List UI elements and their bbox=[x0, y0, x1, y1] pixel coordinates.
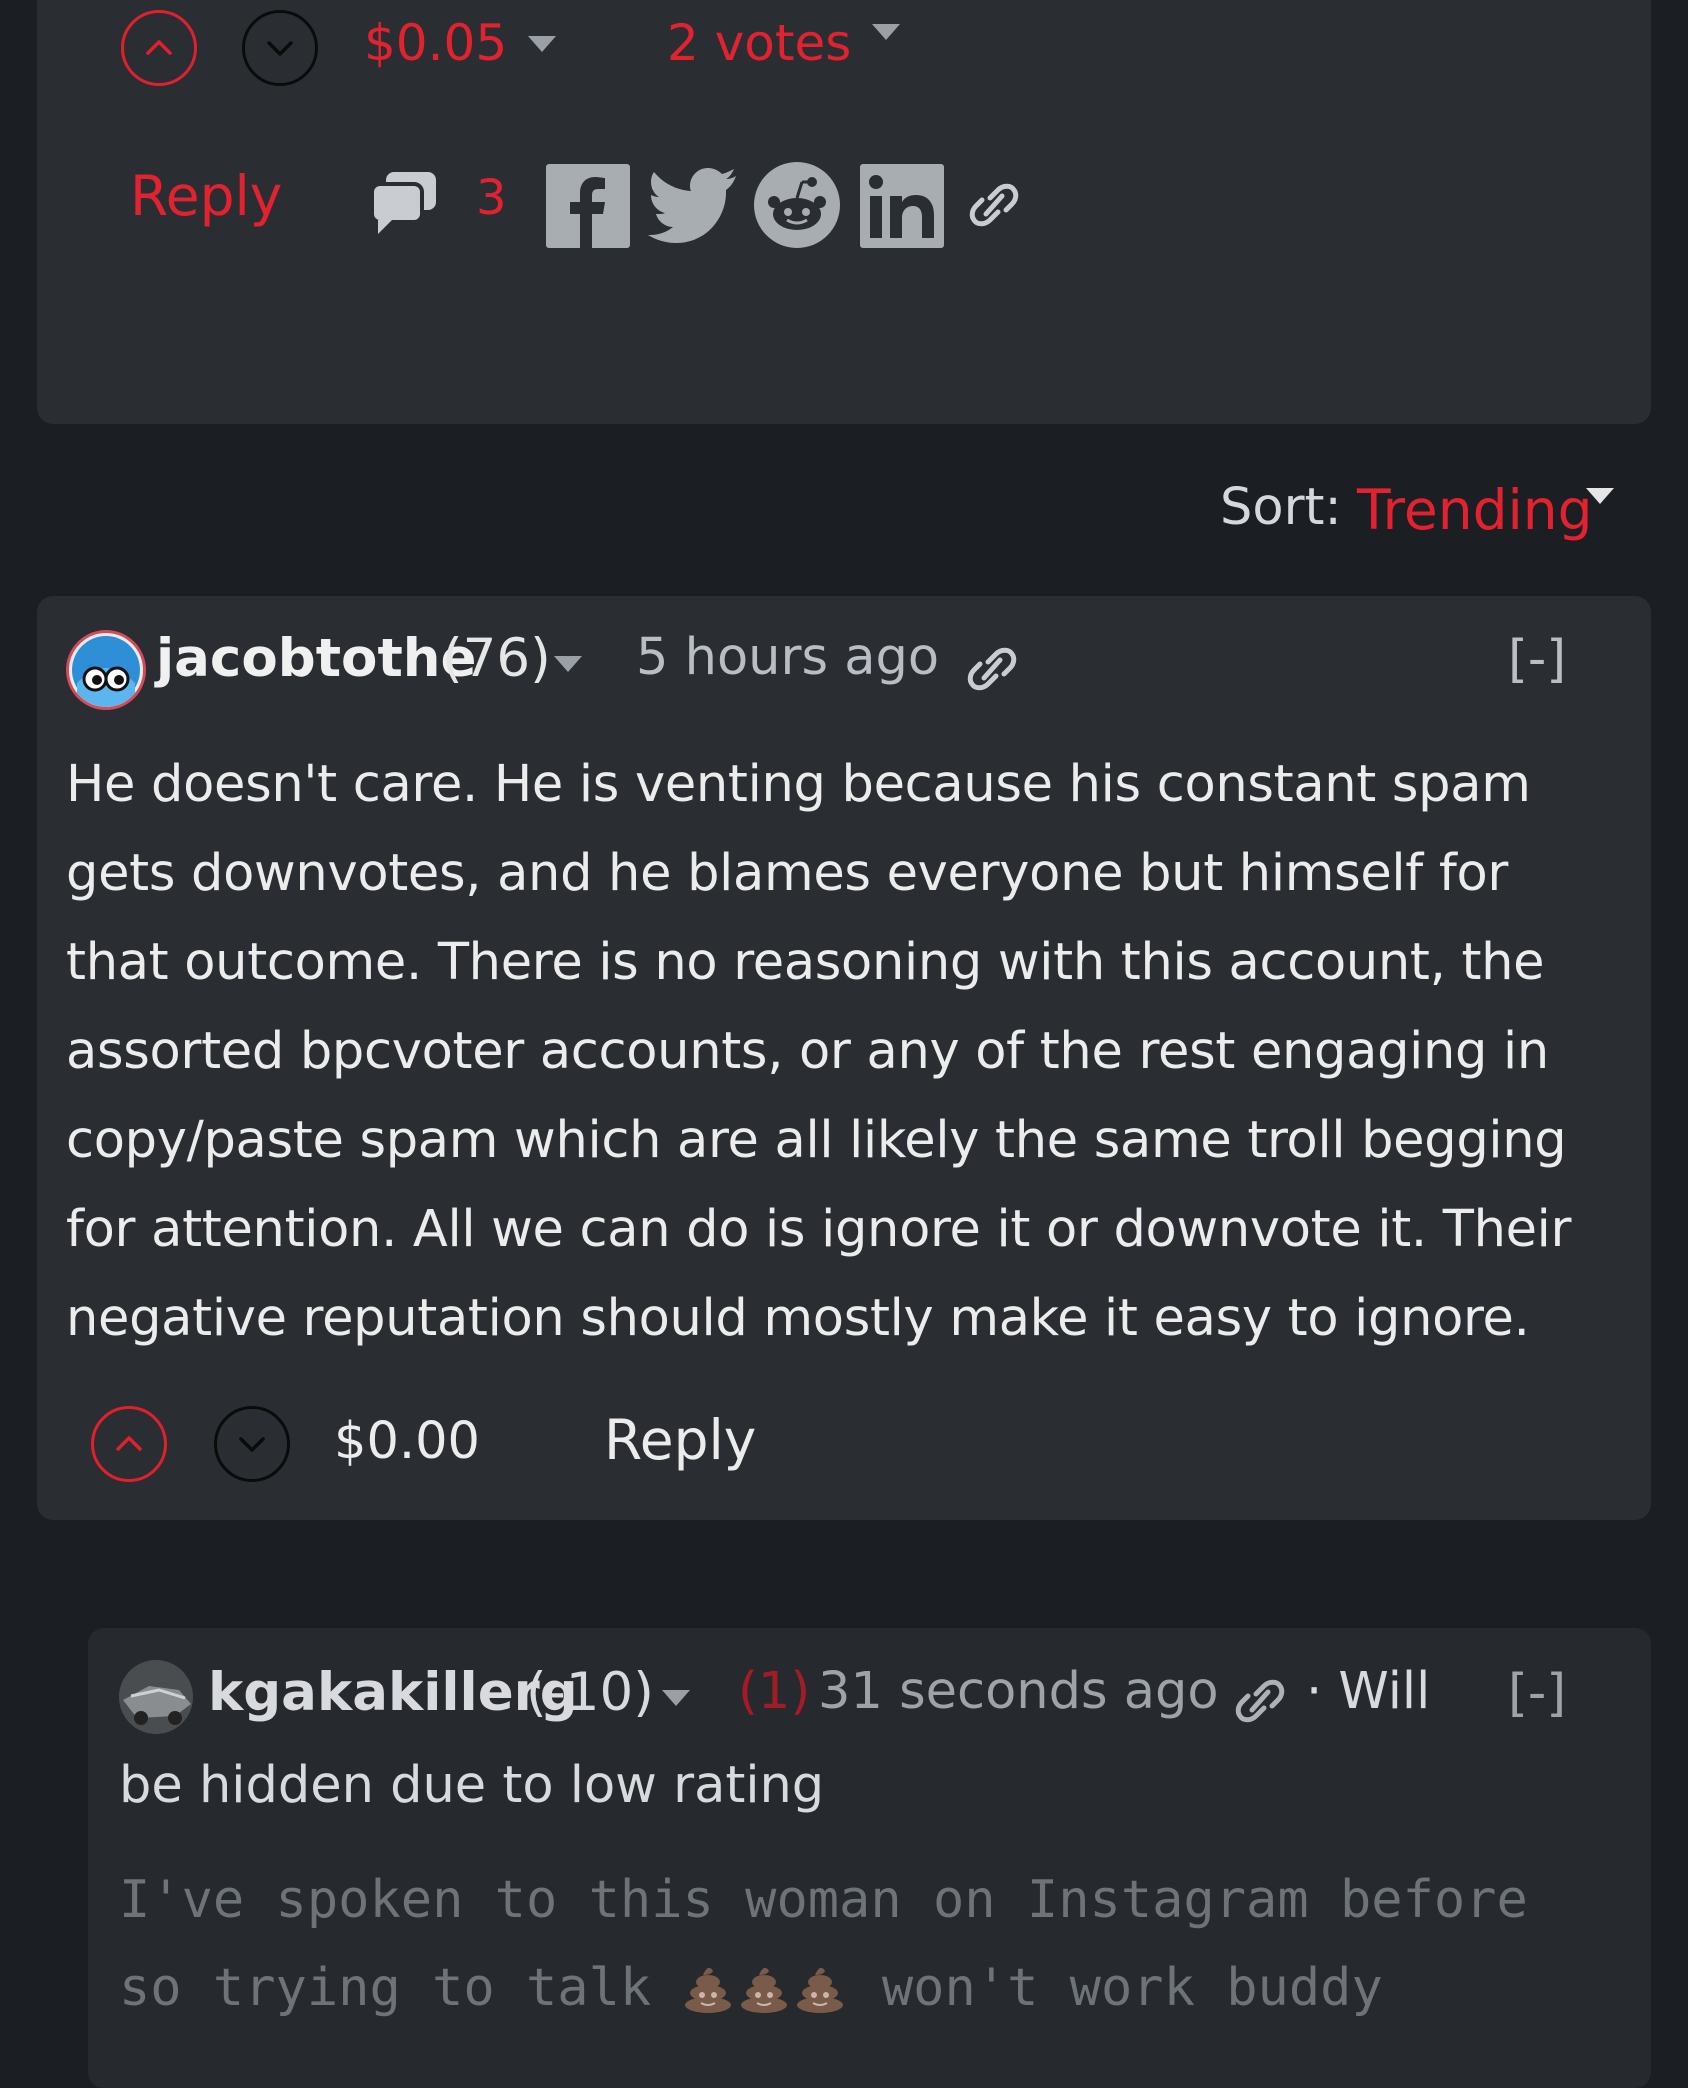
chevron-up-icon bbox=[116, 1436, 142, 1451]
reply-body-text: won't work buddy bbox=[881, 1958, 1383, 2018]
votes-dropdown-icon[interactable] bbox=[872, 24, 900, 40]
reddit-share-icon[interactable] bbox=[754, 162, 840, 248]
upvote-button[interactable] bbox=[91, 1406, 167, 1482]
poop-emoji-icon bbox=[795, 1952, 845, 2013]
payout-dropdown-icon[interactable] bbox=[528, 36, 556, 52]
chevron-down-icon bbox=[267, 41, 293, 56]
reply-time[interactable]: 31 seconds ago bbox=[818, 1662, 1219, 1721]
comment-time[interactable]: 5 hours ago bbox=[636, 628, 939, 687]
collapse-button[interactable]: [-] bbox=[1508, 1664, 1566, 1723]
facebook-share-icon[interactable] bbox=[546, 164, 630, 248]
reply-author-reputation: (-10) bbox=[526, 1662, 654, 1723]
comment-author[interactable]: jacobtothe bbox=[156, 628, 476, 689]
downvote-button[interactable] bbox=[242, 10, 318, 86]
collapse-button[interactable]: [-] bbox=[1508, 630, 1566, 689]
flag-count: (1) bbox=[738, 1662, 811, 1721]
comment-count[interactable]: 3 bbox=[476, 170, 507, 226]
post-reply-button[interactable]: Reply bbox=[130, 164, 282, 228]
reply-body-text: so trying to talk bbox=[119, 1958, 652, 2018]
chevron-up-icon bbox=[146, 40, 172, 55]
sort-dropdown-icon[interactable] bbox=[1586, 488, 1614, 504]
comment-reply-button[interactable]: Reply bbox=[604, 1408, 756, 1472]
sort-select[interactable]: Trending bbox=[1357, 478, 1593, 542]
poop-emoji-icon bbox=[739, 1952, 789, 2013]
linkedin-share-icon[interactable] bbox=[860, 164, 944, 248]
reply-author[interactable]: kgakakillerg bbox=[208, 1662, 578, 1723]
avatar[interactable] bbox=[119, 1660, 193, 1734]
author-reputation: (76) bbox=[442, 628, 551, 689]
reply-body: I've spoken to this woman on Instagram b… bbox=[119, 1856, 1649, 2032]
avatar[interactable] bbox=[66, 630, 146, 710]
comment-payout[interactable]: $0.00 bbox=[334, 1412, 480, 1471]
post-votes[interactable]: 2 votes bbox=[667, 14, 851, 72]
post-payout[interactable]: $0.05 bbox=[364, 14, 507, 72]
permalink-icon[interactable] bbox=[966, 640, 1018, 698]
sort-label: Sort: bbox=[1220, 478, 1342, 537]
permalink-icon[interactable] bbox=[968, 176, 1020, 234]
permalink-icon[interactable] bbox=[1234, 1672, 1286, 1730]
hidden-notice-continued: be hidden due to low rating bbox=[119, 1756, 825, 1815]
downvote-button[interactable] bbox=[214, 1406, 290, 1482]
twitter-share-icon[interactable] bbox=[648, 166, 738, 244]
reply-body-line: so trying to talk won't work buddy bbox=[119, 1944, 1649, 2032]
poop-emoji-icon bbox=[683, 1952, 733, 2013]
chevron-down-icon bbox=[239, 1437, 265, 1452]
upvote-button[interactable] bbox=[121, 10, 197, 86]
reply-body-line: I've spoken to this woman on Instagram b… bbox=[119, 1870, 1528, 1930]
hidden-notice: · Will bbox=[1306, 1662, 1431, 1721]
comments-icon[interactable] bbox=[368, 170, 440, 236]
author-dropdown-icon[interactable] bbox=[662, 1690, 690, 1706]
author-dropdown-icon[interactable] bbox=[554, 656, 582, 672]
comment-body: He doesn't care. He is venting because h… bbox=[66, 755, 1572, 1348]
